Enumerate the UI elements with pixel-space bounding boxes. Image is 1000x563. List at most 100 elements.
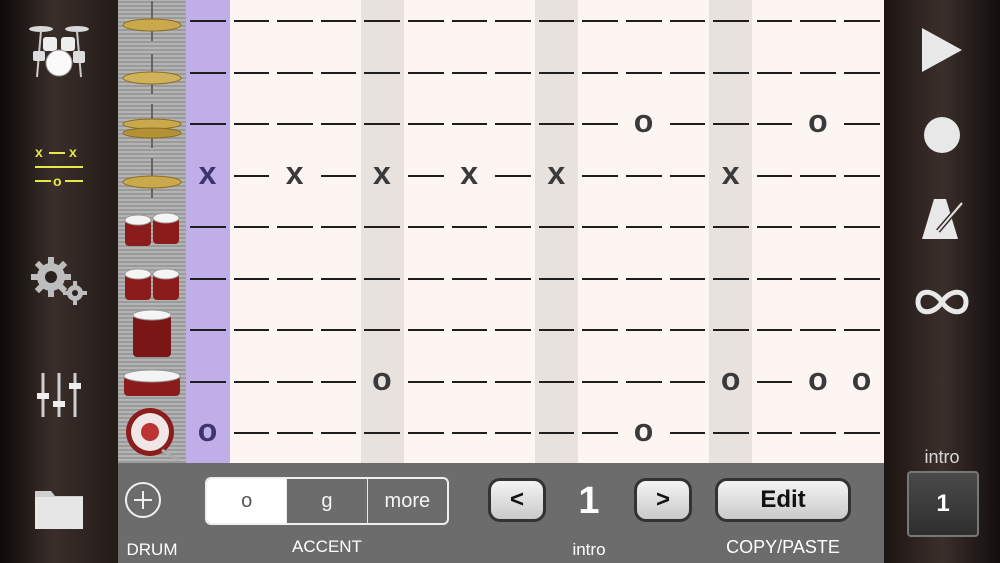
staff-line-segment[interactable] [408, 123, 444, 125]
staff-line-segment[interactable] [495, 380, 531, 383]
staff-line-segment[interactable] [277, 226, 313, 228]
mid-toms-icon[interactable] [118, 256, 186, 308]
staff-line-segment[interactable] [233, 20, 270, 22]
accent-option-g[interactable]: g [286, 479, 366, 523]
staff-line-segment[interactable] [320, 329, 357, 331]
staff-line-segment[interactable] [277, 123, 313, 125]
staff-line-segment[interactable] [626, 174, 662, 177]
staff-line-segment[interactable] [233, 329, 270, 331]
staff-line-segment[interactable] [713, 329, 749, 331]
staff-line-segment[interactable] [451, 329, 488, 331]
staff-line-segment[interactable] [495, 226, 531, 228]
staff-line-segment[interactable] [713, 432, 749, 434]
staff-line-segment[interactable] [713, 20, 749, 22]
note-o[interactable]: o [796, 105, 839, 137]
staff-line-segment[interactable] [495, 174, 531, 177]
staff-line-segment[interactable] [364, 226, 400, 228]
staff-line-segment[interactable] [408, 329, 444, 331]
staff-line-segment[interactable] [669, 329, 706, 331]
staff-line-segment[interactable] [844, 329, 880, 331]
note-x[interactable]: x [360, 157, 403, 189]
staff-line-segment[interactable] [277, 329, 313, 331]
staff-line-segment[interactable] [582, 380, 618, 383]
section-button[interactable]: 1 [907, 471, 979, 537]
play-icon[interactable] [884, 24, 1000, 76]
staff-line-segment[interactable] [756, 329, 793, 331]
note-x[interactable]: x [709, 157, 752, 189]
metronome-icon[interactable] [884, 195, 1000, 243]
staff-line-segment[interactable] [626, 329, 662, 331]
staff-line-segment[interactable] [669, 432, 706, 434]
mixer-sliders-icon[interactable] [0, 370, 118, 420]
staff-line-segment[interactable] [364, 123, 400, 125]
staff-line-segment[interactable] [320, 432, 357, 434]
staff-line-segment[interactable] [538, 277, 575, 280]
staff-line-segment[interactable] [582, 174, 618, 177]
staff-line-segment[interactable] [756, 277, 793, 280]
staff-line-segment[interactable] [364, 277, 400, 280]
staff-line-segment[interactable] [451, 432, 488, 434]
staff-line-segment[interactable] [495, 432, 531, 434]
staff-line-segment[interactable] [669, 277, 706, 280]
staff-line-segment[interactable] [320, 71, 357, 74]
staff-line-segment[interactable] [190, 123, 226, 125]
staff-line-segment[interactable] [844, 20, 880, 22]
staff-line-segment[interactable] [320, 226, 357, 228]
staff-line-segment[interactable] [233, 71, 270, 74]
staff-line-segment[interactable] [669, 71, 706, 74]
notation-icon[interactable]: x x o [0, 140, 118, 190]
staff-line-segment[interactable] [320, 123, 357, 125]
staff-line-segment[interactable] [538, 123, 575, 125]
bass-drum-icon[interactable] [118, 408, 186, 462]
accent-option-more[interactable]: more [366, 479, 447, 523]
staff-line-segment[interactable] [800, 277, 836, 280]
staff-line-segment[interactable] [756, 20, 793, 22]
staff-line-segment[interactable] [844, 174, 880, 177]
staff-line-segment[interactable] [495, 329, 531, 331]
staff-line-segment[interactable] [800, 20, 836, 22]
staff-line-segment[interactable] [408, 277, 444, 280]
accent-selector[interactable]: o g more [205, 477, 449, 525]
staff-line-segment[interactable] [408, 432, 444, 434]
note-x[interactable]: x [448, 157, 491, 189]
staff-line-segment[interactable] [800, 71, 836, 74]
staff-line-segment[interactable] [844, 277, 880, 280]
staff-line-segment[interactable] [582, 329, 618, 331]
staff-line-segment[interactable] [495, 71, 531, 74]
drum-kit-icon[interactable] [0, 20, 118, 80]
staff-line-segment[interactable] [233, 277, 270, 280]
staff-line-segment[interactable] [538, 329, 575, 331]
floor-tom-icon[interactable] [118, 308, 186, 360]
staff-line-segment[interactable] [756, 380, 793, 383]
note-o[interactable]: o [709, 363, 752, 395]
staff-line-segment[interactable] [626, 71, 662, 74]
staff-line-segment[interactable] [669, 174, 706, 177]
add-drum-icon[interactable] [125, 482, 161, 518]
staff-line-segment[interactable] [190, 71, 226, 74]
note-o[interactable]: o [840, 363, 883, 395]
staff-line-segment[interactable] [800, 174, 836, 177]
staff-line-segment[interactable] [190, 20, 226, 22]
note-x[interactable]: x [535, 157, 578, 189]
staff-line-segment[interactable] [277, 380, 313, 383]
staff-line-segment[interactable] [713, 226, 749, 228]
note-o[interactable]: o [622, 105, 665, 137]
notation-grid[interactable]: ooxxxxxxoooooo [186, 0, 884, 463]
staff-line-segment[interactable] [277, 277, 313, 280]
staff-line-segment[interactable] [669, 226, 706, 228]
staff-line-segment[interactable] [756, 71, 793, 74]
staff-line-segment[interactable] [538, 71, 575, 74]
ride-cymbal-icon[interactable] [118, 152, 186, 204]
staff-line-segment[interactable] [408, 380, 444, 383]
gears-icon[interactable] [0, 255, 118, 305]
staff-line-segment[interactable] [844, 226, 880, 228]
staff-line-segment[interactable] [364, 20, 400, 22]
staff-line-segment[interactable] [713, 71, 749, 74]
note-x[interactable]: x [273, 157, 316, 189]
staff-line-segment[interactable] [408, 174, 444, 177]
staff-line-segment[interactable] [320, 380, 357, 383]
staff-line-segment[interactable] [538, 432, 575, 434]
staff-line-segment[interactable] [626, 226, 662, 228]
note-o[interactable]: o [186, 414, 229, 446]
staff-line-segment[interactable] [451, 123, 488, 125]
